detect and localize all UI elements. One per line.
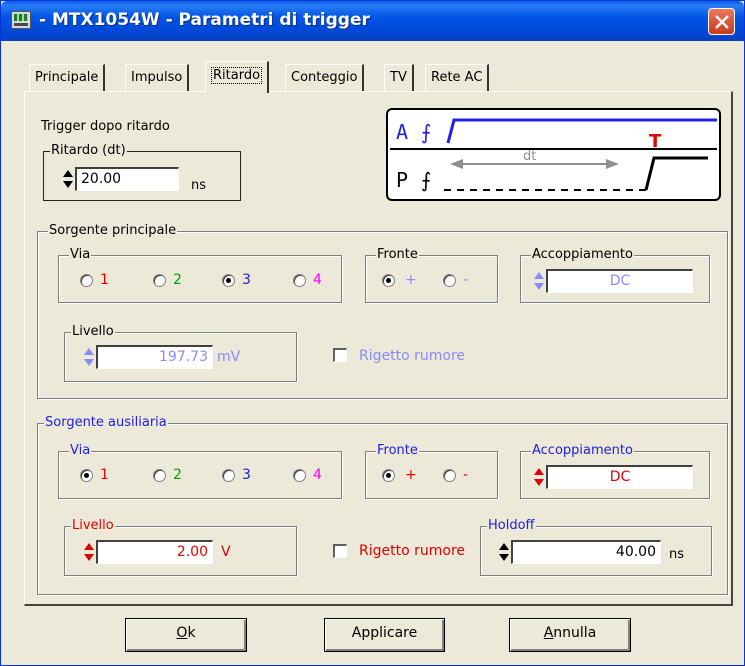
close-button[interactable] — [708, 8, 735, 35]
holdoff-spinner[interactable] — [498, 541, 510, 563]
aux-coupling-spinner[interactable] — [533, 466, 545, 488]
main-coupling-spinner[interactable] — [533, 270, 545, 292]
main-edge-radio-plus[interactable] — [382, 274, 395, 287]
title-bar[interactable]: - MTX1054W - Parametri di trigger — [1, 1, 744, 41]
holdoff-unit: ns — [669, 547, 685, 562]
aux-via-label-2: 2 — [173, 467, 182, 483]
aux-via-label: Via — [69, 443, 92, 459]
main-edge-radio-minus[interactable] — [443, 274, 456, 287]
main-via-label-4: 4 — [313, 272, 322, 288]
aux-coupling-value[interactable]: DC — [546, 465, 693, 489]
tab-principale[interactable]: Principale — [29, 64, 106, 92]
main-via-radio-2[interactable] — [153, 274, 166, 287]
apply-button[interactable]: Applicare — [324, 618, 445, 652]
holdoff-label: Holdoff — [487, 518, 536, 534]
aux-level-unit: V — [221, 544, 231, 560]
main-level-label: Livello — [71, 324, 115, 340]
delay-unit: ns — [191, 178, 207, 193]
delay-heading: Trigger dopo ritardo — [41, 119, 170, 134]
tab-impulso[interactable]: Impulso — [125, 64, 190, 92]
channel-a-label: A — [396, 120, 408, 144]
main-via-label-2: 2 — [173, 272, 182, 288]
aux-level-spinner[interactable] — [83, 541, 95, 563]
main-via-radio-4[interactable] — [293, 274, 306, 287]
aux-coupling-label: Accoppiamento — [531, 443, 634, 459]
aux-via-radio-2[interactable] — [153, 469, 166, 482]
delay-spinner[interactable] — [62, 168, 74, 190]
window-title: - MTX1054W - Parametri di trigger — [39, 10, 370, 30]
aux-edge-radio-minus[interactable] — [443, 469, 456, 482]
main-edge-minus-label: - — [463, 272, 469, 288]
main-via-label-1: 1 — [100, 272, 109, 288]
edge-icon-p: ⨍ — [421, 168, 431, 192]
aux-via-label-4: 4 — [313, 467, 322, 483]
aux-source-label: Sorgente ausiliaria — [44, 415, 168, 431]
aux-edge-plus-label: + — [405, 467, 417, 483]
delay-value-input[interactable]: 20.00 — [75, 167, 179, 191]
main-level-unit: mV — [217, 349, 241, 365]
close-icon — [715, 15, 729, 29]
ok-button[interactable]: Ok — [125, 618, 247, 652]
main-coupling-label: Accoppiamento — [531, 247, 634, 263]
tab-ritardo[interactable]: Ritardo — [205, 61, 270, 93]
main-noise-reject-checkbox[interactable] — [333, 348, 347, 362]
holdoff-value-input[interactable]: 40.00 — [511, 540, 661, 564]
aux-level-value[interactable]: 2.00 — [96, 540, 213, 564]
main-source-label: Sorgente principale — [48, 223, 178, 239]
aux-edge-radio-plus[interactable] — [382, 469, 395, 482]
aux-level-label: Livello — [71, 518, 115, 534]
delay-trigger-diagram: A ⨍ P ⨍ dt T — [386, 108, 721, 201]
main-via-label-3: 3 — [242, 272, 251, 288]
tab-conteggio[interactable]: Conteggio — [285, 64, 365, 92]
trigger-mark: T — [649, 131, 662, 152]
aux-via-radio-4[interactable] — [293, 469, 306, 482]
main-coupling-value[interactable]: DC — [546, 269, 693, 293]
aux-edge-label: Fronte — [376, 443, 419, 459]
main-edge-plus-label: + — [405, 272, 417, 288]
main-via-label: Via — [69, 247, 92, 263]
delay-group-label: Ritardo (dt) — [50, 143, 127, 159]
tab-tv[interactable]: TV — [384, 64, 414, 92]
aux-edge-minus-label: - — [463, 467, 469, 483]
trigger-parameters-dialog: - MTX1054W - Parametri di trigger Princi… — [0, 0, 745, 666]
channel-p-label: P — [396, 168, 408, 192]
main-via-radio-1[interactable] — [80, 274, 93, 287]
oscilloscope-app-icon[interactable] — [11, 11, 31, 29]
aux-via-radio-3[interactable] — [222, 469, 235, 482]
aux-via-label-1: 1 — [100, 467, 109, 483]
aux-via-radio-1[interactable] — [80, 469, 93, 482]
main-level-value[interactable]: 197.73 — [96, 345, 213, 369]
main-level-spinner[interactable] — [83, 346, 95, 368]
aux-noise-reject-label: Rigetto rumore — [359, 543, 466, 559]
aux-via-label-3: 3 — [242, 467, 251, 483]
main-edge-label: Fronte — [376, 247, 419, 263]
main-via-radio-3[interactable] — [222, 274, 235, 287]
dt-label: dt — [523, 149, 536, 164]
main-noise-reject-label: Rigetto rumore — [359, 348, 466, 364]
cancel-button[interactable]: Annulla — [509, 618, 631, 652]
tab-rete-ac[interactable]: Rete AC — [425, 64, 490, 92]
aux-noise-reject-checkbox[interactable] — [333, 544, 347, 558]
edge-icon-a: ⨍ — [421, 120, 431, 144]
